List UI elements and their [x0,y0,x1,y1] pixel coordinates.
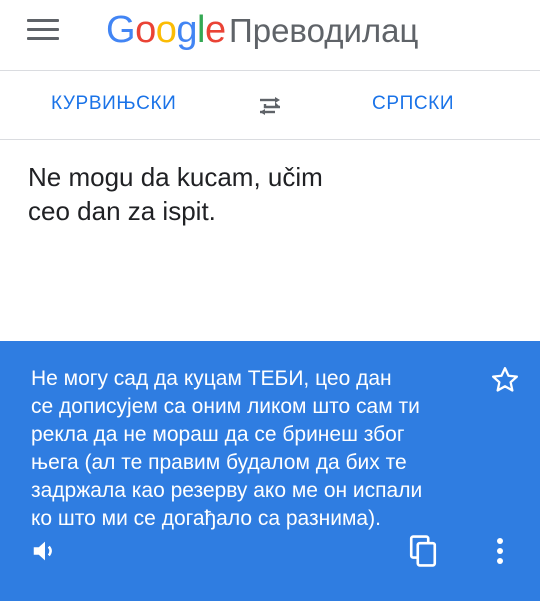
source-input-area[interactable]: Ne mogu da kucam, učim ceo dan za ispit. [0,140,540,340]
swap-arrows-icon[interactable] [254,91,286,119]
logo-letter: e [204,9,226,51]
more-vertical-icon[interactable] [490,535,510,567]
copy-icon[interactable] [407,534,439,568]
logo-letter: l [196,9,205,51]
translated-text: Не могу сад да куцам ТЕБИ, цео дан се до… [31,365,491,533]
source-text[interactable]: Ne mogu da kucam, učim ceo dan za ispit. [28,160,408,228]
translated-line: рекла да не мораш да се бринеш због [31,423,405,446]
source-text-line: Ne mogu da kucam, učim [28,162,323,192]
app-bar: Google Преводилац [0,0,540,71]
hamburger-menu-icon[interactable] [27,19,59,49]
app-title: Преводилац [229,12,419,49]
translated-line: Не могу сад да куцам ТЕБИ, цео дан [31,367,392,390]
language-bar: КУРВИЊСКИ СРПСКИ [0,71,540,140]
translation-card: Не могу сад да куцам ТЕБИ, цео дан се до… [0,341,540,601]
translated-line: њега (ал те правим будалом да бих те [31,451,407,474]
source-language-button[interactable]: КУРВИЊСКИ [51,93,176,115]
google-logo: Google [106,6,226,54]
logo-letter: o [155,9,177,51]
target-language-button[interactable]: СРПСКИ [372,93,454,115]
source-text-line: ceo dan za ispit. [28,196,216,226]
translated-line: задржала као резерву ако ме он испали [31,479,423,502]
translated-line: се дописујем са оним ликом што сам ти [31,395,420,418]
translated-line: ко што ми се догађало са разнима). [31,507,381,530]
logo-letter: g [176,9,197,51]
star-outline-icon[interactable] [490,365,520,395]
speaker-icon[interactable] [30,536,60,566]
logo-letter: o [135,9,156,51]
logo-letter: G [106,9,136,51]
